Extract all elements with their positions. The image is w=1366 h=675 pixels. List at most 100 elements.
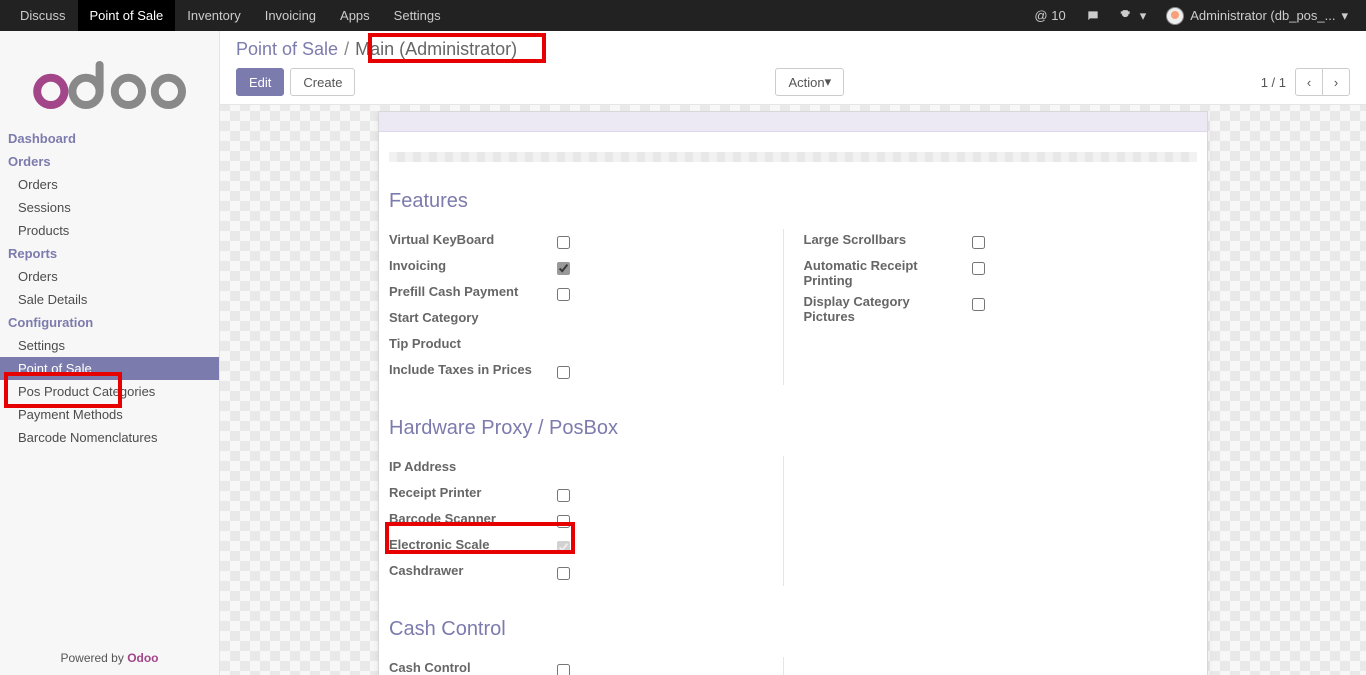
label-cash-control: Cash Control — [389, 660, 549, 675]
logo — [0, 31, 219, 127]
edit-button[interactable]: Edit — [236, 68, 284, 96]
sidebar-item-settings[interactable]: Settings — [0, 334, 219, 357]
field-ip-address: IP Address — [389, 456, 783, 482]
group-features: Virtual KeyBoard Invoicing Prefill Cash … — [389, 229, 1197, 385]
checkbox-large-scrollbars[interactable] — [972, 236, 985, 249]
main: Point of Sale / Main (Administrator) Edi… — [220, 31, 1366, 675]
field-large-scrollbars: Large Scrollbars — [804, 229, 1198, 255]
chat-icon[interactable] — [1076, 0, 1110, 31]
pager-prev[interactable]: ‹ — [1295, 68, 1323, 96]
checkbox-auto-receipt[interactable] — [972, 262, 985, 275]
label-start-category: Start Category — [389, 310, 549, 325]
at-icon: @ — [1034, 8, 1047, 23]
field-include-taxes: Include Taxes in Prices — [389, 359, 783, 385]
checkbox-virtual-keyboard[interactable] — [557, 236, 570, 249]
label-ip-address: IP Address — [389, 459, 549, 474]
sidebar-section-dashboard[interactable]: Dashboard — [0, 127, 219, 150]
group-title-cash-control: Cash Control — [389, 618, 1197, 641]
chevron-down-icon: ▾ — [825, 74, 832, 90]
section-separator — [389, 152, 1197, 162]
field-electronic-scale: Electronic Scale — [389, 534, 783, 560]
action-dropdown[interactable]: Action ▾ — [775, 68, 844, 96]
sidebar-item-barcode-nomenclatures[interactable]: Barcode Nomenclatures — [0, 426, 219, 449]
label-receipt-printer: Receipt Printer — [389, 485, 549, 500]
field-auto-receipt: Automatic Receipt Printing — [804, 255, 1198, 291]
sidebar-item-products[interactable]: Products — [0, 219, 219, 242]
topnav-menu: Discuss Point of Sale Inventory Invoicin… — [8, 0, 453, 31]
label-cashdrawer: Cashdrawer — [389, 563, 549, 578]
field-invoicing: Invoicing — [389, 255, 783, 281]
sidebar-item-sessions[interactable]: Sessions — [0, 196, 219, 219]
messages-indicator[interactable]: @ 10 — [1024, 0, 1075, 31]
label-barcode-scanner: Barcode Scanner — [389, 511, 549, 526]
sidebar-section-configuration[interactable]: Configuration — [0, 311, 219, 334]
action-label: Action — [788, 75, 824, 90]
pager-next[interactable]: › — [1322, 68, 1350, 96]
value-ip-address — [549, 459, 557, 479]
checkbox-barcode-scanner[interactable] — [557, 515, 570, 528]
label-display-category-pictures: Display Category Pictures — [804, 294, 964, 324]
chevron-down-icon: ▾ — [1341, 8, 1348, 24]
topnav-inventory[interactable]: Inventory — [175, 0, 252, 31]
group-title-hardware: Hardware Proxy / PosBox — [389, 417, 1197, 440]
field-cashdrawer: Cashdrawer — [389, 560, 783, 586]
value-start-category — [549, 310, 557, 330]
topnav-apps[interactable]: Apps — [328, 0, 382, 31]
pager: 1 / 1 ‹ › — [1261, 68, 1350, 96]
user-menu[interactable]: Administrator (db_pos_... ▾ — [1156, 0, 1358, 31]
breadcrumb: Point of Sale / Main (Administrator) — [236, 39, 1350, 60]
sidebar-item-report-orders[interactable]: Orders — [0, 265, 219, 288]
user-label: Administrator (db_pos_... — [1190, 8, 1335, 23]
sidebar-item-sale-details[interactable]: Sale Details — [0, 288, 219, 311]
topnav-invoicing[interactable]: Invoicing — [253, 0, 328, 31]
top-navbar: Discuss Point of Sale Inventory Invoicin… — [0, 0, 1366, 31]
label-virtual-keyboard: Virtual KeyBoard — [389, 232, 549, 247]
field-receipt-printer: Receipt Printer — [389, 482, 783, 508]
group-title-features: Features — [389, 190, 1197, 213]
label-auto-receipt: Automatic Receipt Printing — [804, 258, 964, 288]
sidebar-menu: Dashboard Orders Orders Sessions Product… — [0, 127, 219, 641]
alert-band — [379, 112, 1207, 132]
sidebar-section-reports[interactable]: Reports — [0, 242, 219, 265]
checkbox-display-category-pictures[interactable] — [972, 298, 985, 311]
create-button[interactable]: Create — [290, 68, 355, 96]
field-prefill-cash: Prefill Cash Payment — [389, 281, 783, 307]
breadcrumb-current: Main (Administrator) — [355, 39, 517, 60]
messages-count: 10 — [1051, 8, 1065, 23]
label-include-taxes: Include Taxes in Prices — [389, 362, 549, 377]
sidebar-item-orders[interactable]: Orders — [0, 173, 219, 196]
form-scroll[interactable]: Features Virtual KeyBoard Invoicing — [220, 111, 1366, 675]
sidebar-item-point-of-sale[interactable]: Point of Sale — [0, 357, 219, 380]
checkbox-electronic-scale[interactable] — [557, 541, 570, 554]
checkbox-invoicing[interactable] — [557, 262, 570, 275]
field-barcode-scanner: Barcode Scanner — [389, 508, 783, 534]
sidebar-section-orders[interactable]: Orders — [0, 150, 219, 173]
label-invoicing: Invoicing — [389, 258, 549, 273]
pager-value[interactable]: 1 / 1 — [1261, 75, 1286, 90]
sidebar: Dashboard Orders Orders Sessions Product… — [0, 31, 220, 675]
breadcrumb-root[interactable]: Point of Sale — [236, 39, 338, 60]
field-cash-control: Cash Control — [389, 657, 783, 675]
topnav-point-of-sale[interactable]: Point of Sale — [78, 0, 176, 31]
control-panel: Point of Sale / Main (Administrator) Edi… — [220, 31, 1366, 105]
field-tip-product: Tip Product — [389, 333, 783, 359]
topnav-settings[interactable]: Settings — [382, 0, 453, 31]
checkbox-receipt-printer[interactable] — [557, 489, 570, 502]
label-prefill-cash: Prefill Cash Payment — [389, 284, 549, 299]
checkbox-include-taxes[interactable] — [557, 366, 570, 379]
brand-link[interactable]: Odoo — [127, 651, 158, 665]
chevron-down-icon: ▾ — [1140, 8, 1147, 24]
topnav-discuss[interactable]: Discuss — [8, 0, 78, 31]
breadcrumb-sep: / — [344, 39, 349, 60]
sidebar-item-pos-product-categories[interactable]: Pos Product Categories — [0, 380, 219, 403]
checkbox-cash-control[interactable] — [557, 664, 570, 675]
label-tip-product: Tip Product — [389, 336, 549, 351]
checkbox-prefill-cash[interactable] — [557, 288, 570, 301]
topnav-right: @ 10 ▾ Administrator (db_pos_... ▾ — [1024, 0, 1358, 31]
debug-icon[interactable]: ▾ — [1110, 0, 1157, 31]
checkbox-cashdrawer[interactable] — [557, 567, 570, 580]
group-hardware: IP Address Receipt Printer Barcode Scann… — [389, 456, 1197, 586]
group-cash-control: Cash Control — [389, 657, 1197, 675]
sidebar-item-payment-methods[interactable]: Payment Methods — [0, 403, 219, 426]
value-tip-product — [549, 336, 557, 356]
